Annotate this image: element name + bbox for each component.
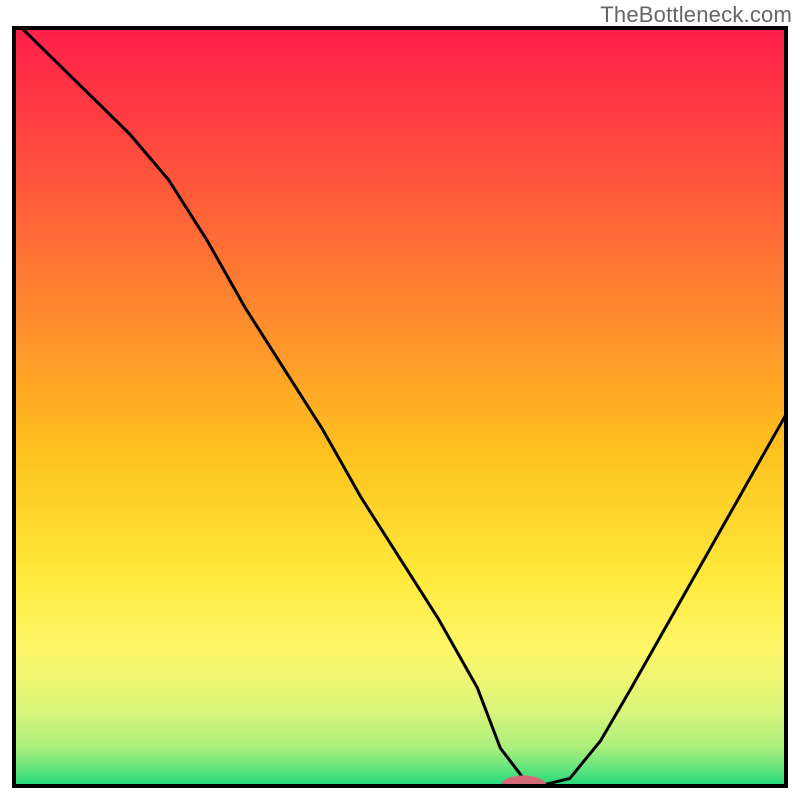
- gradient-background: [14, 28, 786, 786]
- bottleneck-chart: [0, 0, 800, 800]
- chart-container: { "watermark": { "text": "TheBottleneck.…: [0, 0, 800, 800]
